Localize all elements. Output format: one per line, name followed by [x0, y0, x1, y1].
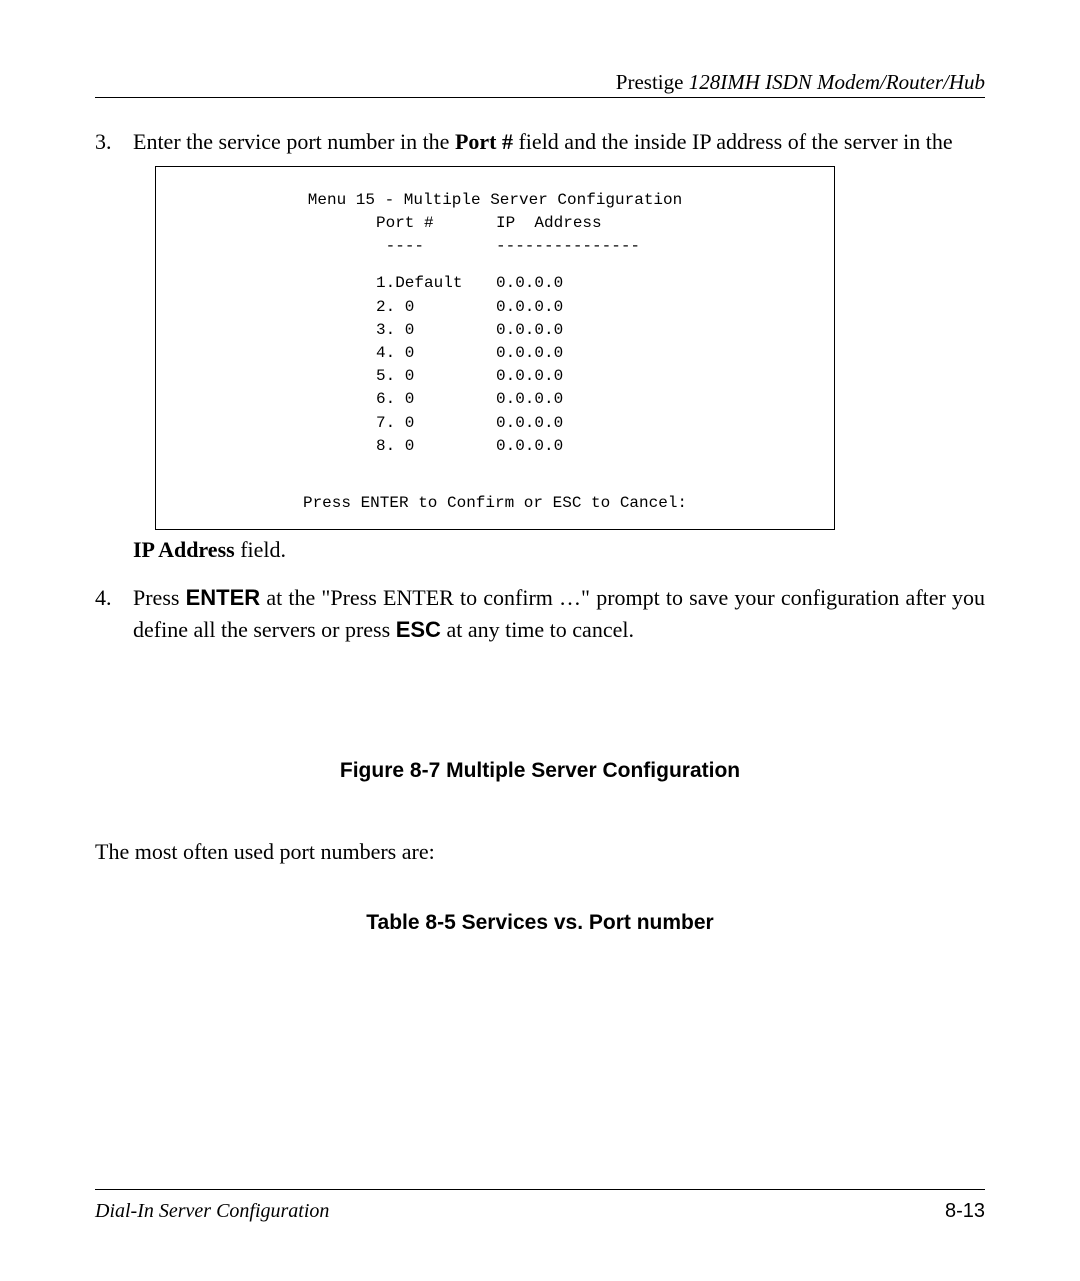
- terminal-title: Menu 15 - Multiple Server Configuration: [176, 189, 814, 212]
- figure-caption: Figure 8-7 Multiple Server Configuration: [95, 756, 985, 786]
- step-3-text: Enter the service port number in the Por…: [133, 126, 985, 158]
- terminal-screen: Menu 15 - Multiple Server Configuration …: [155, 166, 835, 530]
- step-3-number: 3.: [95, 126, 133, 158]
- step-3-ipaddress-label: IP Address: [133, 537, 235, 562]
- terminal-row: 5. 00.0.0.0: [176, 365, 814, 388]
- page-footer: Dial-In Server Configuration 8-13: [95, 1189, 985, 1223]
- header-divider: [95, 97, 985, 98]
- step-4-number: 4.: [95, 582, 133, 614]
- step-3-port-label: Port #: [455, 129, 513, 154]
- step-3-continuation: IP Address field.: [133, 534, 985, 566]
- terminal-header-port: Port #: [176, 212, 496, 235]
- step-4-c: at any time to cancel.: [441, 617, 634, 642]
- terminal-row: 3. 00.0.0.0: [176, 319, 814, 342]
- terminal-row: 4. 00.0.0.0: [176, 342, 814, 365]
- terminal-dash-ip: ---------------: [496, 235, 640, 258]
- terminal-row: 6. 00.0.0.0: [176, 388, 814, 411]
- step-4: 4. Press ENTER at the "Press ENTER to co…: [95, 582, 985, 646]
- footer-divider: [95, 1189, 985, 1190]
- footer-page-number: 8-13: [945, 1200, 985, 1223]
- terminal-footer: Press ENTER to Confirm or ESC to Cancel:: [176, 492, 814, 515]
- terminal-rows: 1.Default0.0.0.0 2. 00.0.0.0 3. 00.0.0.0…: [176, 272, 814, 458]
- terminal-row: 8. 00.0.0.0: [176, 435, 814, 458]
- step-4-enter: ENTER: [186, 585, 261, 610]
- body: 3. Enter the service port number in the …: [95, 126, 985, 939]
- step-3-pre: Enter the service port number in the: [133, 129, 455, 154]
- header-model: 128IMH ISDN Modem/Router/Hub: [689, 70, 985, 94]
- page-header: Prestige 128IMH ISDN Modem/Router/Hub: [95, 70, 985, 98]
- terminal-row: 1.Default0.0.0.0: [176, 272, 814, 295]
- terminal-row: 7. 00.0.0.0: [176, 412, 814, 435]
- terminal-row: 2. 00.0.0.0: [176, 296, 814, 319]
- footer-section-title: Dial-In Server Configuration: [95, 1200, 329, 1223]
- terminal-header-ip: IP Address: [496, 212, 602, 235]
- paragraph-port-numbers: The most often used port numbers are:: [95, 836, 985, 868]
- step-3: 3. Enter the service port number in the …: [95, 126, 985, 158]
- terminal-headers: Port # IP Address: [176, 212, 814, 235]
- step-4-esc: ESC: [396, 617, 441, 642]
- step-3-mid: field and the inside IP address of the s…: [513, 129, 953, 154]
- step-4-text: Press ENTER at the "Press ENTER to confi…: [133, 582, 985, 646]
- step-4-a: Press: [133, 585, 186, 610]
- table-caption: Table 8-5 Services vs. Port number: [95, 908, 985, 938]
- header-product: Prestige: [616, 70, 684, 94]
- header-title: Prestige 128IMH ISDN Modem/Router/Hub: [95, 70, 985, 97]
- footer-row: Dial-In Server Configuration 8-13: [95, 1200, 985, 1223]
- page: Prestige 128IMH ISDN Modem/Router/Hub 3.…: [0, 0, 1080, 1281]
- step-3-tail: field.: [235, 537, 286, 562]
- terminal-dashes: ---- ---------------: [176, 235, 814, 258]
- terminal-dash-port: ----: [176, 235, 496, 258]
